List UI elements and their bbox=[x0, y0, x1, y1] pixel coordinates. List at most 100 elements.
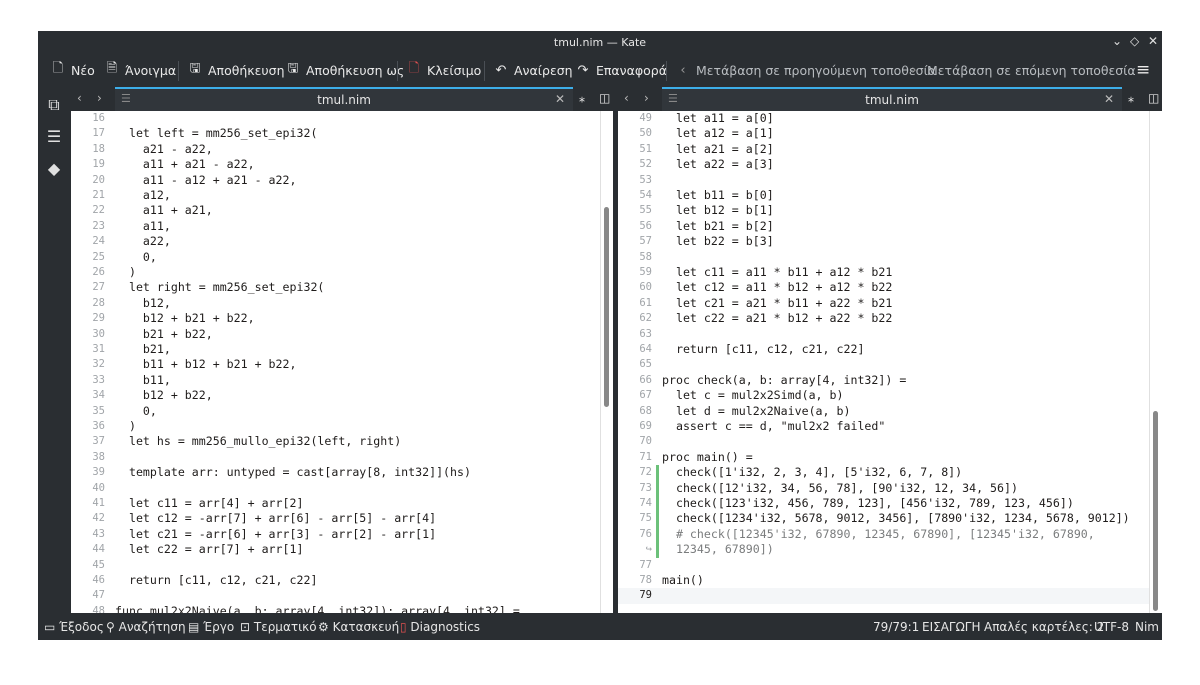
split-view-icon[interactable]: ◫ bbox=[599, 91, 610, 105]
code-line[interactable]: 76 # check([12345'i32, 67890, 12345, 678… bbox=[618, 526, 1150, 543]
right-tab-next-icon[interactable]: › bbox=[644, 91, 649, 105]
close-button[interactable]: 🗋 Κλείσιμο bbox=[406, 53, 482, 87]
pin-icon[interactable]: ⁎ bbox=[579, 91, 585, 105]
code-line[interactable]: 55 let b12 = b[1] bbox=[618, 203, 1150, 218]
code-line[interactable]: 57 let b22 = b[3] bbox=[618, 234, 1150, 249]
code-line[interactable]: 78 main() bbox=[618, 573, 1150, 588]
code-line[interactable]: 62 let c22 = a21 * b12 + a22 * b22 bbox=[618, 311, 1150, 326]
code-line[interactable]: 29 b12 + b21 + b22, bbox=[71, 311, 601, 326]
save-button[interactable]: 🖫 Αποθήκευση bbox=[187, 53, 284, 87]
cursor-position[interactable]: 79/79:1 bbox=[873, 620, 919, 634]
code-line[interactable]: ↪ 12345, 67890]) bbox=[618, 542, 1150, 558]
input-mode[interactable]: ΕΙΣΑΓΩΓΗ bbox=[922, 620, 980, 634]
code-line[interactable]: 22 a11 + a21, bbox=[71, 203, 601, 218]
code-line[interactable]: 34 b12 + b22, bbox=[71, 388, 601, 403]
split-view-icon[interactable]: ◫ bbox=[1148, 91, 1159, 105]
code-line[interactable]: 46 return [c11, c12, c21, c22] bbox=[71, 573, 601, 588]
search-button[interactable]: ⚲ Αναζήτηση bbox=[106, 620, 186, 634]
output-button[interactable]: ▭ Έξοδος bbox=[44, 620, 104, 634]
code-line[interactable]: 70 bbox=[618, 434, 1150, 449]
left-tab-prev-icon[interactable]: ‹ bbox=[77, 91, 82, 105]
code-line[interactable]: 30 b21 + b22, bbox=[71, 327, 601, 342]
code-line[interactable]: 26 ) bbox=[71, 265, 601, 280]
code-line[interactable]: 63 bbox=[618, 327, 1150, 342]
indentation-setting[interactable]: Απαλές καρτέλες: 2 bbox=[984, 620, 1104, 634]
code-line[interactable]: 77 bbox=[618, 558, 1150, 573]
undo-button[interactable]: ↶ Αναίρεση bbox=[493, 53, 573, 87]
left-tab-next-icon[interactable]: › bbox=[97, 91, 102, 105]
code-line[interactable]: 43 let c21 = -arr[6] + arr[3] - arr[2] -… bbox=[71, 527, 601, 542]
hamburger-menu-icon[interactable]: ≡ bbox=[1136, 53, 1150, 87]
code-line[interactable]: 21 a12, bbox=[71, 188, 601, 203]
git-icon[interactable]: ◆ bbox=[45, 159, 63, 178]
left-code-editor[interactable]: 16 17 let left = mm256_set_epi32(18 a21 -… bbox=[71, 111, 601, 613]
code-line[interactable]: 31 b21, bbox=[71, 342, 601, 357]
code-line[interactable]: 40 bbox=[71, 481, 601, 496]
code-line[interactable]: 67 let c = mul2x2Simd(a, b) bbox=[618, 388, 1150, 403]
code-line[interactable]: 49 let a11 = a[0] bbox=[618, 111, 1150, 126]
code-line[interactable]: 42 let c12 = -arr[7] + arr[6] - arr[5] -… bbox=[71, 511, 601, 526]
code-line[interactable]: 52 let a22 = a[3] bbox=[618, 157, 1150, 172]
left-scrollbar-thumb[interactable] bbox=[604, 207, 609, 407]
code-line[interactable]: 37 let hs = mm256_mullo_epi32(left, righ… bbox=[71, 434, 601, 449]
code-line[interactable]: 20 a11 - a12 + a21 - a22, bbox=[71, 173, 601, 188]
code-line[interactable]: 54 let b11 = b[0] bbox=[618, 188, 1150, 203]
code-line[interactable]: 39 template arr: untyped = cast[array[8,… bbox=[71, 465, 601, 480]
pin-icon[interactable]: ⁎ bbox=[1128, 91, 1134, 105]
right-code-editor[interactable]: 49 let a11 = a[0] 50 let a12 = a[1] 51 let… bbox=[618, 111, 1150, 613]
code-line[interactable]: 58 bbox=[618, 250, 1150, 265]
code-line[interactable]: 50 let a12 = a[1] bbox=[618, 126, 1150, 141]
documents-icon[interactable]: ⧉ bbox=[45, 95, 63, 114]
go-forward-button[interactable]: › Μετάβαση σε επόμενη τοποθεσία bbox=[906, 53, 1135, 87]
diagnostics-button[interactable]: ▯ Diagnostics bbox=[400, 620, 480, 634]
code-line[interactable]: 48 func mul2x2Naive(a, b: array[4, int32]… bbox=[71, 604, 601, 613]
code-line[interactable]: 25 0, bbox=[71, 250, 601, 265]
code-line[interactable]: 61 let c21 = a21 * b11 + a22 * b21 bbox=[618, 296, 1150, 311]
redo-button[interactable]: ↷ Επαναφορά bbox=[575, 53, 667, 87]
projects-icon[interactable]: ☰ bbox=[45, 127, 63, 146]
code-line[interactable]: 60 let c12 = a11 * b12 + a12 * b22 bbox=[618, 280, 1150, 295]
left-document-tab[interactable]: ☰ tmul.nim ✕ bbox=[115, 87, 573, 111]
code-line[interactable]: 66 proc check(a, b: array[4, int32]) = bbox=[618, 373, 1150, 388]
language-mode[interactable]: Nim bbox=[1135, 620, 1159, 634]
code-line[interactable]: 27 let right = mm256_set_epi32( bbox=[71, 280, 601, 295]
right-tab-prev-icon[interactable]: ‹ bbox=[624, 91, 629, 105]
code-line[interactable]: 72 check([1'i32, 2, 3, 4], [5'i32, 6, 7,… bbox=[618, 465, 1150, 481]
code-line[interactable]: 73 check([12'i32, 34, 56, 78], [90'i32, … bbox=[618, 480, 1150, 496]
right-scrollbar-thumb[interactable] bbox=[1153, 411, 1158, 611]
code-line[interactable]: 65 bbox=[618, 357, 1150, 372]
left-scrollbar[interactable] bbox=[600, 111, 613, 613]
code-line[interactable]: 36 ) bbox=[71, 419, 601, 434]
code-line[interactable]: 19 a11 + a21 - a22, bbox=[71, 157, 601, 172]
code-line[interactable]: 33 b11, bbox=[71, 373, 601, 388]
maximize-icon[interactable]: ◇ bbox=[1130, 34, 1139, 48]
code-line[interactable]: 53 bbox=[618, 173, 1150, 188]
code-line[interactable]: 16 bbox=[71, 111, 601, 126]
code-line[interactable]: 71 proc main() = bbox=[618, 450, 1150, 465]
code-line[interactable]: 51 let a21 = a[2] bbox=[618, 142, 1150, 157]
tab-close-icon[interactable]: ✕ bbox=[555, 92, 565, 106]
code-line[interactable]: 69 assert c == d, "mul2x2 failed" bbox=[618, 419, 1150, 434]
code-line[interactable]: 79 bbox=[618, 588, 1150, 604]
code-line[interactable]: 56 let b21 = b[2] bbox=[618, 219, 1150, 234]
code-line[interactable]: 28 b12, bbox=[71, 296, 601, 311]
minimize-icon[interactable]: ⌄ bbox=[1112, 34, 1122, 48]
code-line[interactable]: 59 let c11 = a11 * b11 + a12 * b21 bbox=[618, 265, 1150, 280]
code-line[interactable]: 41 let c11 = arr[4] + arr[2] bbox=[71, 496, 601, 511]
save-as-button[interactable]: 🖫 Αποθήκευση ως bbox=[285, 53, 404, 87]
code-line[interactable]: 68 let d = mul2x2Naive(a, b) bbox=[618, 404, 1150, 419]
code-line[interactable]: 35 0, bbox=[71, 404, 601, 419]
right-document-tab[interactable]: ☰ tmul.nim ✕ bbox=[662, 87, 1122, 111]
code-line[interactable]: 17 let left = mm256_set_epi32( bbox=[71, 126, 601, 141]
code-line[interactable]: 44 let c22 = arr[7] + arr[1] bbox=[71, 542, 601, 557]
build-button[interactable]: ⚙ Κατασκευή bbox=[318, 620, 399, 634]
code-line[interactable]: 64 return [c11, c12, c21, c22] bbox=[618, 342, 1150, 357]
go-back-button[interactable]: ‹ Μετάβαση σε προηγούμενη τοποθεσία bbox=[675, 53, 936, 87]
project-button[interactable]: ▤ Έργο bbox=[188, 620, 234, 634]
code-line[interactable]: 18 a21 - a22, bbox=[71, 142, 601, 157]
code-line[interactable]: 45 bbox=[71, 558, 601, 573]
code-line[interactable]: 32 b11 + b12 + b21 + b22, bbox=[71, 357, 601, 372]
code-line[interactable]: 38 bbox=[71, 450, 601, 465]
tab-close-icon[interactable]: ✕ bbox=[1104, 92, 1114, 106]
code-line[interactable]: 74 check([123'i32, 456, 789, 123], [456'… bbox=[618, 496, 1150, 512]
